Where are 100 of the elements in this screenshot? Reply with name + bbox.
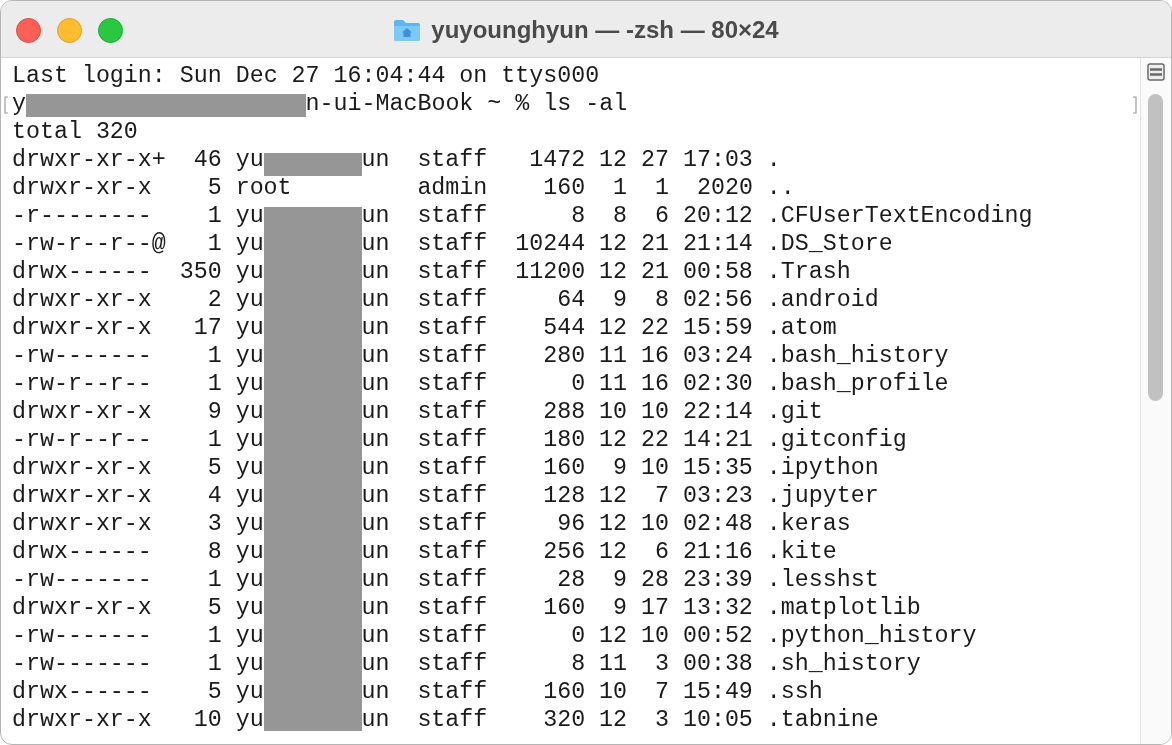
time-text: 10:05: [682, 706, 753, 734]
owner-name-fragment: yu: [235, 230, 264, 258]
file-size: 1472: [529, 146, 586, 174]
file-name: .tabnine: [766, 706, 879, 734]
day-text: 10: [641, 622, 669, 650]
file-name: .atom: [766, 314, 837, 342]
time-text: 20:12: [682, 202, 753, 230]
day-text: 8: [655, 286, 669, 314]
day-text: 7: [655, 482, 669, 510]
time-text: 17:03: [682, 146, 753, 174]
permissions-text: -rw-r--r--@: [12, 230, 166, 258]
day-text: 6: [655, 538, 669, 566]
file-size: 8: [571, 650, 586, 678]
link-count: 350: [179, 258, 222, 286]
file-name: .keras: [766, 510, 851, 538]
owner-name-fragment: un: [361, 342, 390, 370]
link-count: 5: [207, 594, 222, 622]
day-text: 10: [641, 510, 669, 538]
permissions-text: -rw-------: [12, 342, 152, 370]
time-text: 02:48: [682, 510, 753, 538]
month-text: 12: [599, 706, 628, 734]
link-count: 4: [207, 482, 222, 510]
file-size: 160: [543, 678, 586, 706]
time-text: 15:35: [682, 454, 753, 482]
owner-name-fragment: un: [361, 678, 390, 706]
owner-name-fragment: yu: [235, 426, 264, 454]
link-count: 5: [207, 678, 222, 706]
month-text: 9: [613, 566, 628, 594]
owner-name-fragment: un: [361, 650, 390, 678]
link-count: 1: [207, 342, 222, 370]
file-name: .gitconfig: [766, 426, 907, 454]
owner-name-fragment: un: [361, 454, 390, 482]
owner-name-fragment: un: [361, 594, 390, 622]
owner-name-fragment: yu: [235, 482, 264, 510]
file-name: .: [766, 146, 781, 174]
split-pane-icon[interactable]: [1147, 63, 1165, 81]
file-name: .sh_history: [766, 650, 921, 678]
file-name: .matplotlib: [766, 594, 921, 622]
permissions-text: -r--------: [12, 202, 152, 230]
permissions-text: drwxr-xr-x: [12, 454, 152, 482]
time-text: 13:32: [682, 594, 753, 622]
month-text: 9: [613, 286, 628, 314]
owner-name-fragment: yu: [235, 146, 264, 174]
permissions-text: -rw-------: [12, 566, 152, 594]
month-text: 8: [613, 202, 628, 230]
permissions-text: drwxr-xr-x: [12, 510, 152, 538]
time-text: 21:16: [682, 538, 753, 566]
file-name: .Trash: [766, 258, 851, 286]
prompt-mark-icon: [4, 96, 9, 114]
file-name: .kite: [766, 538, 837, 566]
permissions-text: drwx------: [12, 678, 152, 706]
group-name: staff: [417, 594, 488, 622]
time-text: 23:39: [682, 566, 753, 594]
day-text: 17: [641, 594, 669, 622]
time-text: 14:21: [682, 426, 753, 454]
scrollbar-thumb[interactable]: [1148, 94, 1163, 401]
day-text: 28: [641, 566, 669, 594]
file-name: .CFUserTextEncoding: [766, 202, 1033, 230]
time-text: 02:30: [682, 370, 753, 398]
group-name: staff: [417, 566, 488, 594]
owner-name-fragment: yu: [235, 454, 264, 482]
file-name: .bash_history: [766, 342, 949, 370]
month-text: 11: [599, 650, 628, 678]
owner-name-fragment: yu: [235, 678, 264, 706]
month-text: 12: [599, 426, 628, 454]
file-size: 160: [543, 594, 586, 622]
file-name: .DS_Store: [766, 230, 893, 258]
file-name: .git: [766, 398, 823, 426]
owner-name-fragment: un: [361, 398, 390, 426]
group-name: staff: [417, 314, 488, 342]
link-count: 1: [207, 370, 222, 398]
time-text: 22:14: [682, 398, 753, 426]
close-button[interactable]: [16, 18, 41, 43]
file-name: .lesshst: [766, 566, 879, 594]
file-name: .ssh: [766, 678, 823, 706]
owner-name-fragment: un: [361, 258, 390, 286]
day-text: 22: [641, 314, 669, 342]
minimize-button[interactable]: [57, 18, 82, 43]
owner-name-fragment: un: [361, 370, 390, 398]
group-name: staff: [417, 258, 488, 286]
permissions-text: -rw-r--r--: [12, 370, 152, 398]
zoom-button[interactable]: [98, 18, 123, 43]
permissions-text: drwxr-xr-x+: [12, 146, 166, 174]
owner-name-fragment: yu: [235, 538, 264, 566]
month-text: 10: [599, 398, 628, 426]
file-size: 160: [543, 454, 586, 482]
owner-name-fragment: yu: [235, 314, 264, 342]
month-text: 1: [613, 174, 628, 202]
group-name: staff: [417, 482, 488, 510]
owner-name: root: [235, 174, 292, 202]
month-text: 12: [599, 510, 628, 538]
home-folder-icon: [393, 17, 422, 42]
day-text: 7: [655, 678, 669, 706]
day-text: 3: [655, 706, 669, 734]
file-size: 128: [543, 482, 586, 510]
month-text: 12: [599, 622, 628, 650]
file-name: ..: [766, 174, 795, 202]
permissions-text: drwxr-xr-x: [12, 398, 152, 426]
permissions-text: drwxr-xr-x: [12, 594, 152, 622]
owner-name-fragment: yu: [235, 650, 264, 678]
